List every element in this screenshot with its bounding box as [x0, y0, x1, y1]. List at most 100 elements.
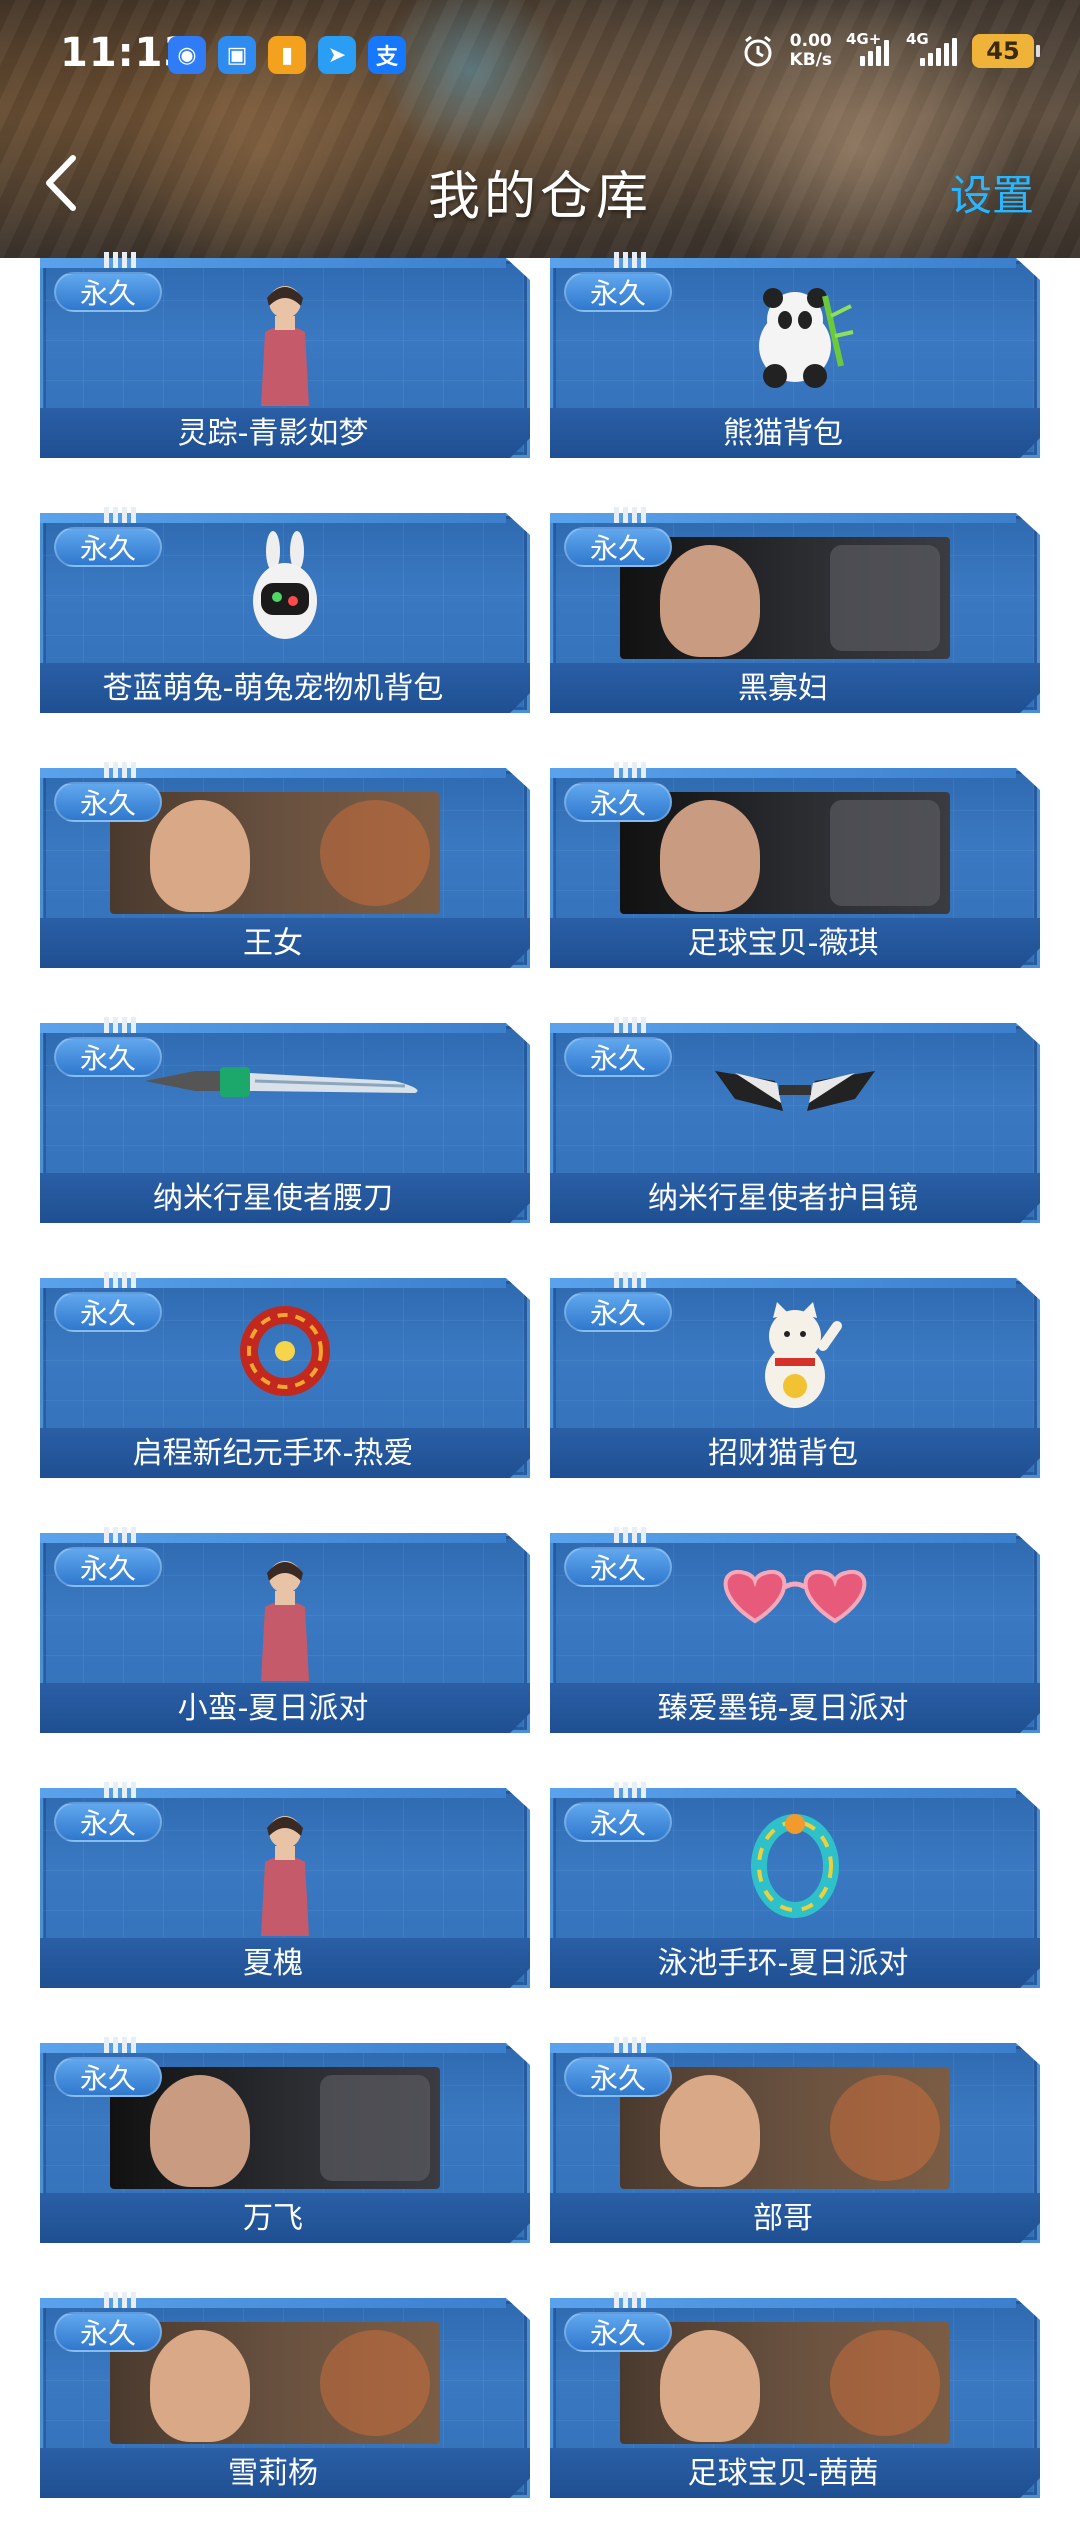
- card-notch: [104, 1272, 136, 1288]
- net-speed: 0.00 KB/s: [790, 32, 832, 70]
- item-artwork: [705, 1551, 885, 1641]
- status-bar: 11:13 ◉ ▣ ▮ ➤ 支 0.00 KB/s 4G+ 4G 45: [0, 0, 1080, 112]
- item-artwork: [230, 1296, 340, 1406]
- card-notch: [104, 1782, 136, 1798]
- app-icon-3: ▮: [268, 36, 306, 74]
- item-artwork: [235, 1806, 335, 1936]
- permanent-badge: 永久: [54, 1547, 162, 1587]
- warehouse-item-card[interactable]: 永久小蛮-夏日派对: [40, 1527, 530, 1733]
- telegram-icon: ➤: [318, 36, 356, 74]
- item-name: 夏槐: [243, 1946, 303, 1981]
- item-name: 熊猫背包: [723, 416, 843, 451]
- item-artwork: [235, 276, 335, 406]
- permanent-badge: 永久: [564, 1802, 672, 1842]
- card-notch: [104, 762, 136, 778]
- permanent-badge: 永久: [54, 2312, 162, 2352]
- warehouse-item-card[interactable]: 永久熊猫背包: [550, 252, 1040, 458]
- permanent-badge: 永久: [564, 1292, 672, 1332]
- card-notch: [104, 252, 136, 268]
- permanent-badge: 永久: [54, 2057, 162, 2097]
- permanent-badge: 永久: [54, 527, 162, 567]
- item-name: 万飞: [243, 2201, 303, 2236]
- net-speed-value: 0.00: [789, 31, 832, 51]
- warehouse-item-card[interactable]: 永久王女: [40, 762, 530, 968]
- card-notch: [614, 1017, 646, 1033]
- alipay-icon: 支: [368, 36, 406, 74]
- item-name: 部哥: [753, 2201, 813, 2236]
- permanent-badge: 永久: [54, 1037, 162, 1077]
- item-artwork: [705, 1041, 885, 1131]
- net-speed-unit: KB/s: [789, 50, 832, 70]
- page-title: 我的仓库: [427, 167, 652, 227]
- permanent-badge: 永久: [564, 1037, 672, 1077]
- signal2-label: 4G: [906, 30, 929, 48]
- warehouse-item-card[interactable]: 永久招财猫背包: [550, 1272, 1040, 1478]
- item-name: 王女: [243, 926, 303, 961]
- permanent-badge: 永久: [54, 782, 162, 822]
- header-banner: 11:13 ◉ ▣ ▮ ➤ 支 0.00 KB/s 4G+ 4G 45 我的仓库…: [0, 0, 1080, 258]
- signal1-label: 4G+: [846, 30, 882, 48]
- warehouse-item-card[interactable]: 永久灵踪-青影如梦: [40, 252, 530, 458]
- card-notch: [614, 1527, 646, 1543]
- item-name: 雪莉杨: [228, 2456, 318, 2491]
- permanent-badge: 永久: [54, 1292, 162, 1332]
- item-artwork: [745, 1296, 845, 1416]
- app-icon-1: ◉: [168, 36, 206, 74]
- warehouse-item-card[interactable]: 永久雪莉杨: [40, 2292, 530, 2498]
- warehouse-item-card[interactable]: 永久 臻爱墨镜-夏日派对: [550, 1527, 1040, 1733]
- card-notch: [614, 2292, 646, 2308]
- nav-bar: 我的仓库 设置: [0, 128, 1080, 248]
- permanent-badge: 永久: [54, 1802, 162, 1842]
- item-artwork: [235, 531, 335, 651]
- alarm-icon: [744, 35, 772, 67]
- card-notch: [614, 1272, 646, 1288]
- permanent-badge: 永久: [564, 782, 672, 822]
- warehouse-item-card[interactable]: 永久纳米行星使者护目镜: [550, 1017, 1040, 1223]
- card-notch: [104, 2037, 136, 2053]
- signal-icon-2: 4G: [906, 30, 958, 66]
- permanent-badge: 永久: [564, 527, 672, 567]
- permanent-badge: 永久: [564, 2057, 672, 2097]
- warehouse-item-card[interactable]: 永久启程新纪元手环-热爱: [40, 1272, 530, 1478]
- item-artwork: [735, 276, 855, 396]
- warehouse-item-card[interactable]: 永久夏槐: [40, 1782, 530, 1988]
- warehouse-item-card[interactable]: 永久黑寡妇: [550, 507, 1040, 713]
- permanent-badge: 永久: [54, 272, 162, 312]
- card-notch: [104, 2292, 136, 2308]
- warehouse-item-card[interactable]: 永久部哥: [550, 2037, 1040, 2243]
- status-indicators: 0.00 KB/s 4G+ 4G 45: [740, 30, 1040, 70]
- card-notch: [614, 252, 646, 268]
- card-notch: [614, 2037, 646, 2053]
- permanent-badge: 永久: [564, 2312, 672, 2352]
- item-name: 足球宝贝-薇琪: [687, 926, 879, 961]
- item-name: 招财猫背包: [708, 1436, 858, 1471]
- item-name: 纳米行星使者护目镜: [648, 1181, 918, 1216]
- item-name: 灵踪-青影如梦: [177, 416, 369, 451]
- item-name: 泳池手环-夏日派对: [657, 1946, 909, 1981]
- warehouse-item-card[interactable]: 永久足球宝贝-薇琪: [550, 762, 1040, 968]
- battery-level: 45: [986, 37, 1020, 65]
- warehouse-item-card[interactable]: 永久纳米行星使者腰刀: [40, 1017, 530, 1223]
- item-artwork: [740, 1806, 850, 1926]
- card-notch: [104, 1527, 136, 1543]
- item-artwork: [135, 1041, 435, 1121]
- app-icon-2: ▣: [218, 36, 256, 74]
- battery-icon: 45: [972, 34, 1040, 68]
- warehouse-item-card[interactable]: 永久足球宝贝-茜茜: [550, 2292, 1040, 2498]
- item-name: 启程新纪元手环-热爱: [132, 1436, 414, 1471]
- warehouse-item-card[interactable]: 永久泳池手环-夏日派对: [550, 1782, 1040, 1988]
- settings-button[interactable]: 设置: [950, 162, 1034, 223]
- warehouse-item-card[interactable]: 永久苍蓝萌兔-萌兔宠物机背包: [40, 507, 530, 713]
- item-name: 小蛮-夏日派对: [177, 1691, 369, 1726]
- item-name: 臻爱墨镜-夏日派对: [657, 1691, 909, 1726]
- card-notch: [614, 1782, 646, 1798]
- signal-icon-1: 4G+: [846, 30, 892, 66]
- item-name: 苍蓝萌兔-萌兔宠物机背包: [102, 671, 444, 706]
- item-artwork: [235, 1551, 335, 1681]
- item-name: 纳米行星使者腰刀: [153, 1181, 393, 1216]
- notification-icons: ◉ ▣ ▮ ➤ 支: [168, 36, 406, 74]
- item-name: 黑寡妇: [738, 671, 828, 706]
- item-name: 足球宝贝-茜茜: [687, 2456, 879, 2491]
- warehouse-item-card[interactable]: 永久万飞: [40, 2037, 530, 2243]
- permanent-badge: 永久: [564, 272, 672, 312]
